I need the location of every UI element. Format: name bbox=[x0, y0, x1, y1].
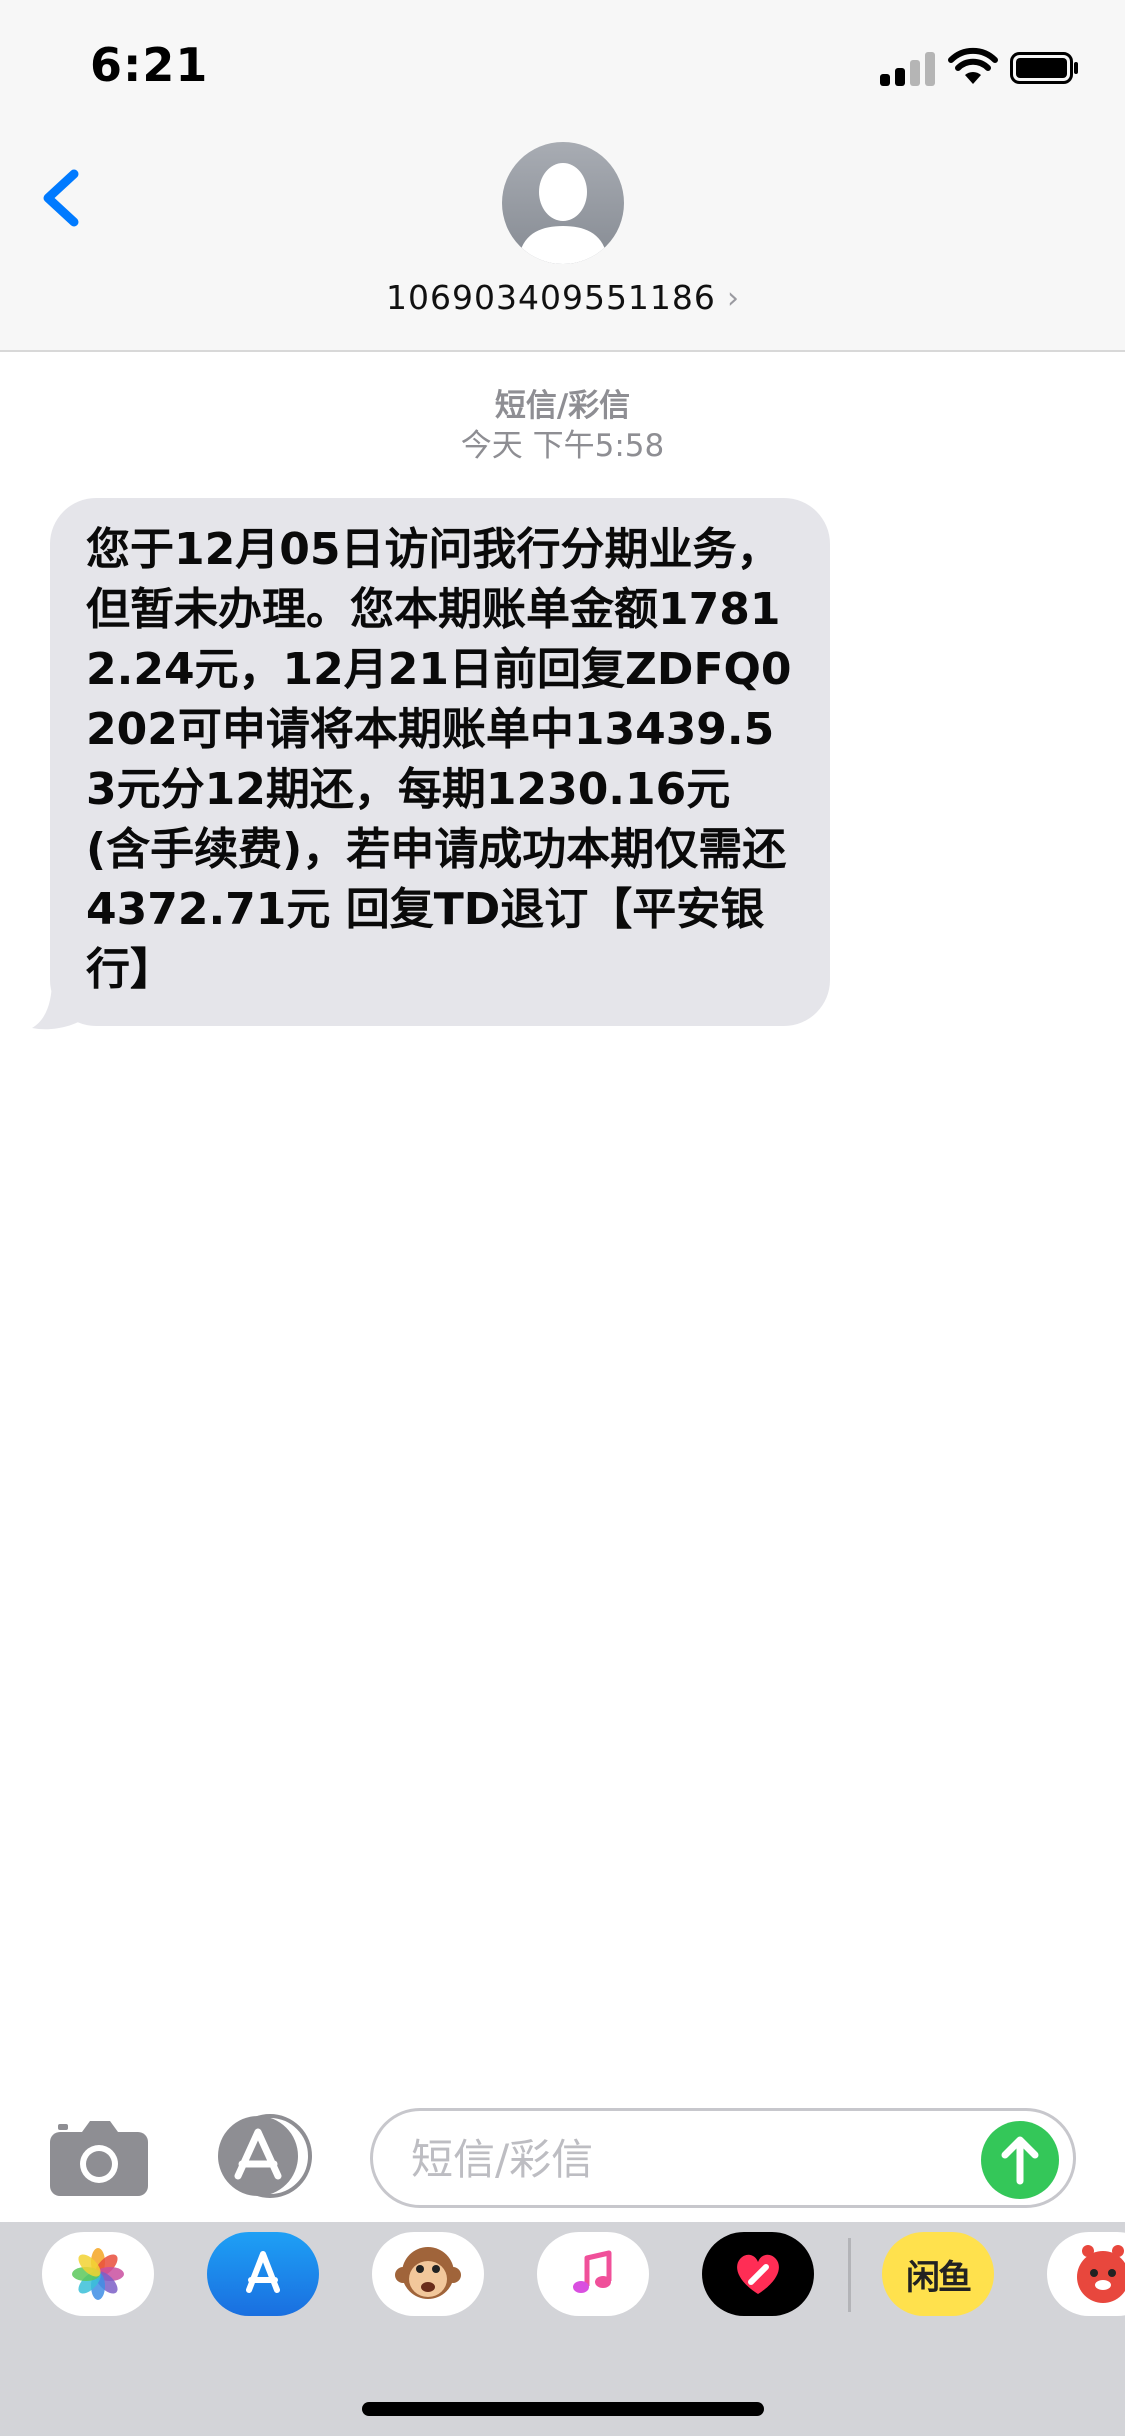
monkey-face-icon bbox=[395, 2247, 461, 2299]
status-time: 6:21 bbox=[90, 38, 209, 92]
heart-icon bbox=[737, 2254, 779, 2294]
message-type-label: 短信/彩信 bbox=[494, 388, 631, 424]
camera-button[interactable] bbox=[50, 2118, 150, 2198]
red-character-icon bbox=[1077, 2245, 1125, 2303]
message-input-field[interactable] bbox=[370, 2108, 1076, 2208]
photos-flower-icon bbox=[72, 2248, 124, 2300]
app-drawer: 闲鱼 bbox=[0, 2222, 1125, 2436]
drawer-divider bbox=[848, 2238, 851, 2312]
xianyu-app-icon[interactable]: 闲鱼 bbox=[882, 2232, 994, 2316]
arrow-up-icon bbox=[1001, 2136, 1039, 2185]
sticker-app-icon[interactable] bbox=[1047, 2232, 1125, 2316]
status-bar: 6:21 bbox=[0, 0, 1125, 132]
contact-avatar[interactable] bbox=[502, 142, 624, 264]
send-button[interactable] bbox=[981, 2121, 1059, 2199]
cellular-signal-icon bbox=[880, 52, 936, 86]
messages-screen: 6:21 106903409551186 › 短信/彩信 今天 下午5:58 您… bbox=[0, 0, 1125, 2436]
message-input[interactable] bbox=[409, 2111, 973, 2207]
app-store-a-icon bbox=[246, 2251, 280, 2293]
music-note-icon bbox=[573, 2250, 612, 2293]
person-silhouette-icon bbox=[518, 163, 608, 264]
xianyu-logo-text: 闲鱼 bbox=[906, 2257, 972, 2298]
battery-icon bbox=[1010, 52, 1078, 84]
incoming-message-bubble[interactable]: 您于12月05日访问我行分期业务，但暂未办理。您本期账单金额17812.24元，… bbox=[50, 498, 830, 1026]
back-button[interactable] bbox=[30, 152, 90, 242]
music-app-icon[interactable] bbox=[537, 2232, 649, 2316]
animoji-app-icon[interactable] bbox=[372, 2232, 484, 2316]
home-indicator[interactable] bbox=[362, 2402, 764, 2416]
chevron-right-icon: › bbox=[727, 281, 740, 316]
photos-app-icon[interactable] bbox=[42, 2232, 154, 2316]
message-timestamp: 今天 下午5:58 bbox=[460, 428, 665, 464]
wifi-icon bbox=[948, 47, 998, 84]
contact-details-link[interactable]: 106903409551186 › bbox=[0, 278, 1125, 317]
thread-meta: 短信/彩信 今天 下午5:58 bbox=[0, 386, 1125, 466]
app-store-button[interactable] bbox=[208, 2114, 318, 2198]
conversation-header: 106903409551186 › bbox=[0, 132, 1125, 352]
app-store-app-icon[interactable] bbox=[207, 2232, 319, 2316]
digital-touch-app-icon[interactable] bbox=[702, 2232, 814, 2316]
contact-name: 106903409551186 bbox=[385, 278, 716, 317]
